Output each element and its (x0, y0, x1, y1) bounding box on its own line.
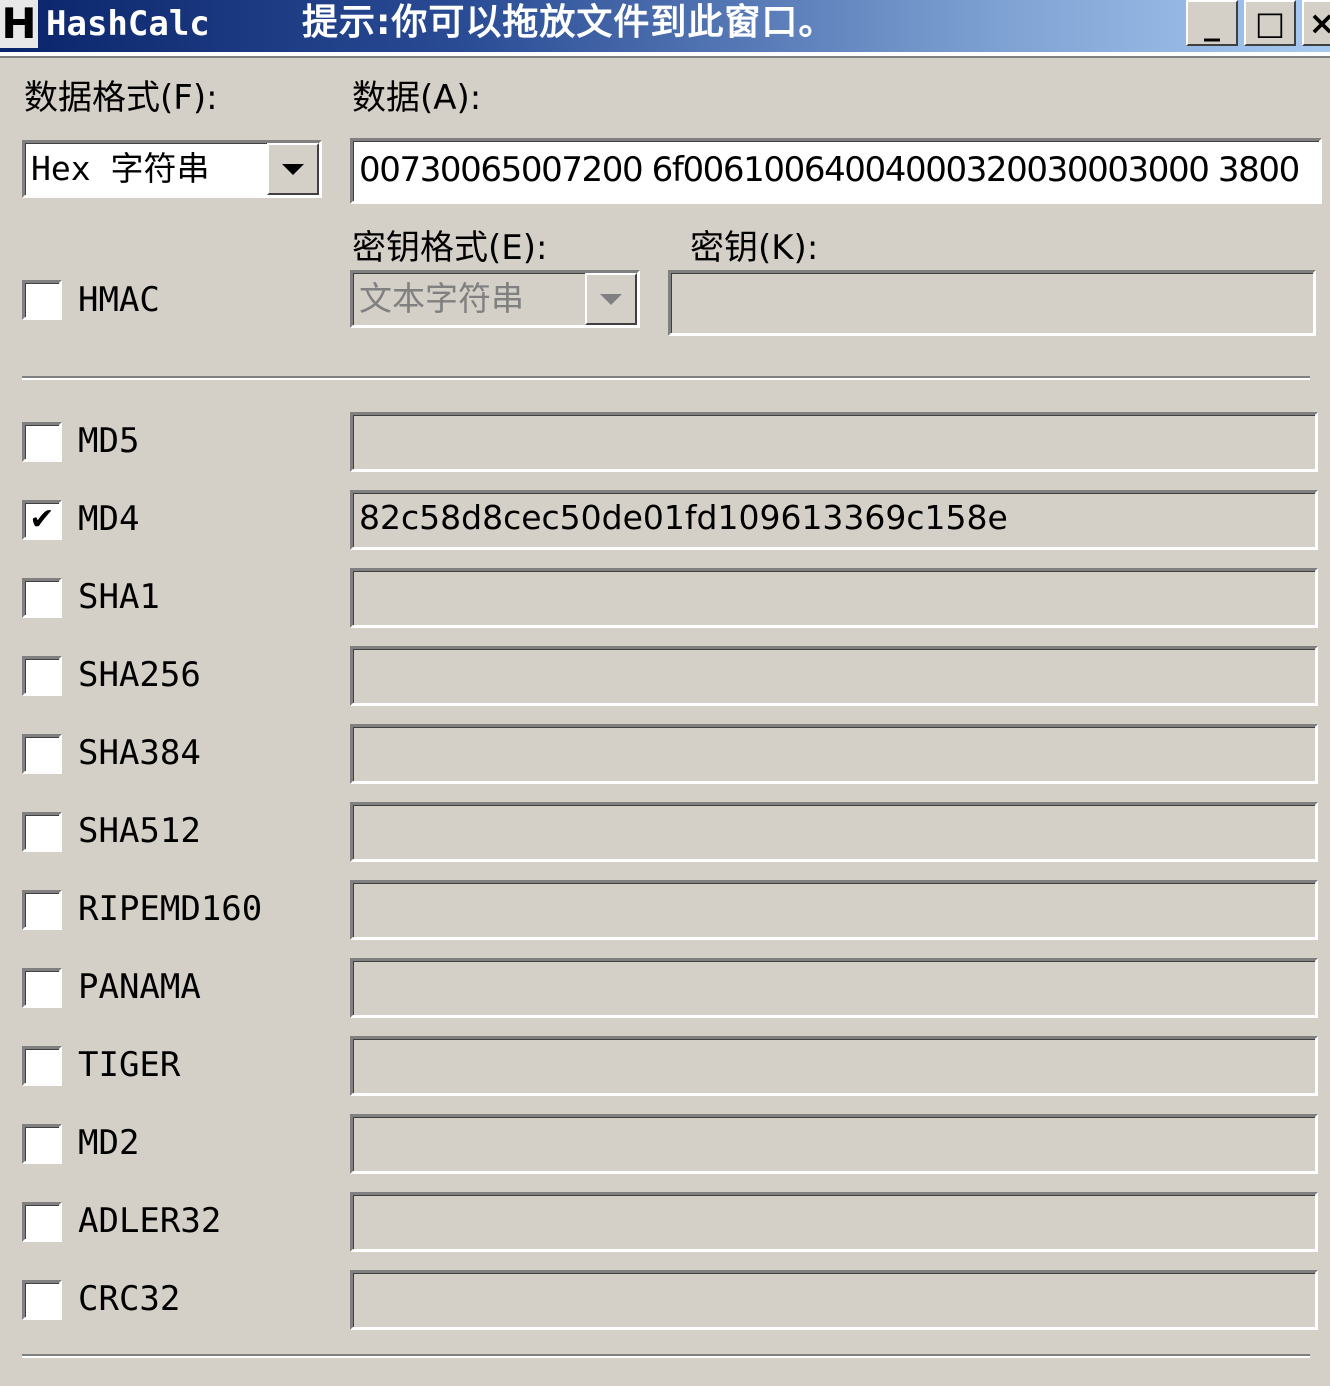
md5-label: MD5 (78, 421, 140, 461)
sha512-label: SHA512 (78, 811, 201, 851)
tiger-label: TIGER (78, 1045, 181, 1085)
md4-label: MD4 (78, 499, 140, 539)
adler32-result-field[interactable] (350, 1192, 1318, 1252)
sha384-result-field[interactable] (350, 724, 1318, 784)
sha256-checkbox[interactable] (22, 656, 62, 696)
crc32-result-field[interactable] (350, 1270, 1318, 1330)
tiger-checkbox[interactable] (22, 1046, 62, 1086)
key-format-value: 文本字符串 (359, 279, 524, 318)
key-format-label: 密钥格式(E): (352, 228, 548, 268)
md5-checkbox[interactable] (22, 422, 62, 462)
maximize-button[interactable]: □ (1244, 0, 1296, 46)
md4-checkbox[interactable]: ✔ (22, 500, 62, 540)
key-format-select[interactable]: 文本字符串 (350, 270, 640, 328)
adler32-checkbox[interactable] (22, 1202, 62, 1242)
data-format-label: 数据格式(F): (24, 78, 218, 118)
data-label: 数据(A): (352, 78, 482, 118)
sha1-label: SHA1 (78, 577, 160, 617)
key-format-dropdown-button[interactable] (585, 273, 637, 325)
data-format-dropdown-button[interactable] (267, 143, 319, 195)
data-value: 00730065007200 6f00610064004000320030003… (359, 150, 1300, 190)
ripemd160-result-field[interactable] (350, 880, 1318, 940)
chevron-down-icon (600, 294, 622, 305)
crc32-checkbox[interactable] (22, 1280, 62, 1320)
hmac-checkbox[interactable] (22, 280, 62, 320)
title-bar[interactable]: H HashCalc 提示:你可以拖放文件到此窗口。 _ □ × (0, 0, 1330, 52)
ripemd160-label: RIPEMD160 (78, 889, 263, 929)
sha256-label: SHA256 (78, 655, 201, 695)
divider (22, 376, 1310, 380)
md4-result-value: 82c58d8cec50de01fd109613369c158e (359, 498, 1008, 537)
crc32-label: CRC32 (78, 1279, 181, 1319)
divider (22, 1354, 1310, 1358)
sha512-checkbox[interactable] (22, 812, 62, 852)
sha384-label: SHA384 (78, 733, 201, 773)
minimize-button[interactable]: _ (1186, 0, 1238, 46)
tiger-result-field[interactable] (350, 1036, 1318, 1096)
close-button[interactable]: × (1302, 0, 1330, 46)
drag-drop-hint: 提示:你可以拖放文件到此窗口。 (302, 2, 836, 43)
sha1-checkbox[interactable] (22, 578, 62, 618)
md5-result-field[interactable] (350, 412, 1318, 472)
panama-result-field[interactable] (350, 958, 1318, 1018)
md2-label: MD2 (78, 1123, 140, 1163)
checkmark-icon: ✔ (29, 502, 55, 537)
data-format-value: Hex 字符串 (31, 149, 210, 188)
sha256-result-field[interactable] (350, 646, 1318, 706)
md2-result-field[interactable] (350, 1114, 1318, 1174)
data-input[interactable]: 00730065007200 6f00610064004000320030003… (350, 138, 1322, 204)
md4-result-field[interactable]: 82c58d8cec50de01fd109613369c158e (350, 490, 1318, 550)
adler32-label: ADLER32 (78, 1201, 222, 1241)
panama-label: PANAMA (78, 967, 201, 1007)
md2-checkbox[interactable] (22, 1124, 62, 1164)
panama-checkbox[interactable] (22, 968, 62, 1008)
chevron-down-icon (282, 164, 304, 175)
sha384-checkbox[interactable] (22, 734, 62, 774)
hmac-label: HMAC (78, 280, 160, 320)
data-format-select[interactable]: Hex 字符串 (22, 140, 322, 198)
key-input[interactable] (668, 270, 1316, 336)
window-title: HashCalc (46, 4, 210, 44)
ripemd160-checkbox[interactable] (22, 890, 62, 930)
sha512-result-field[interactable] (350, 802, 1318, 862)
key-label: 密钥(K): (690, 228, 819, 268)
app-icon[interactable]: H (0, 0, 38, 48)
window-frame (0, 52, 1330, 58)
sha1-result-field[interactable] (350, 568, 1318, 628)
